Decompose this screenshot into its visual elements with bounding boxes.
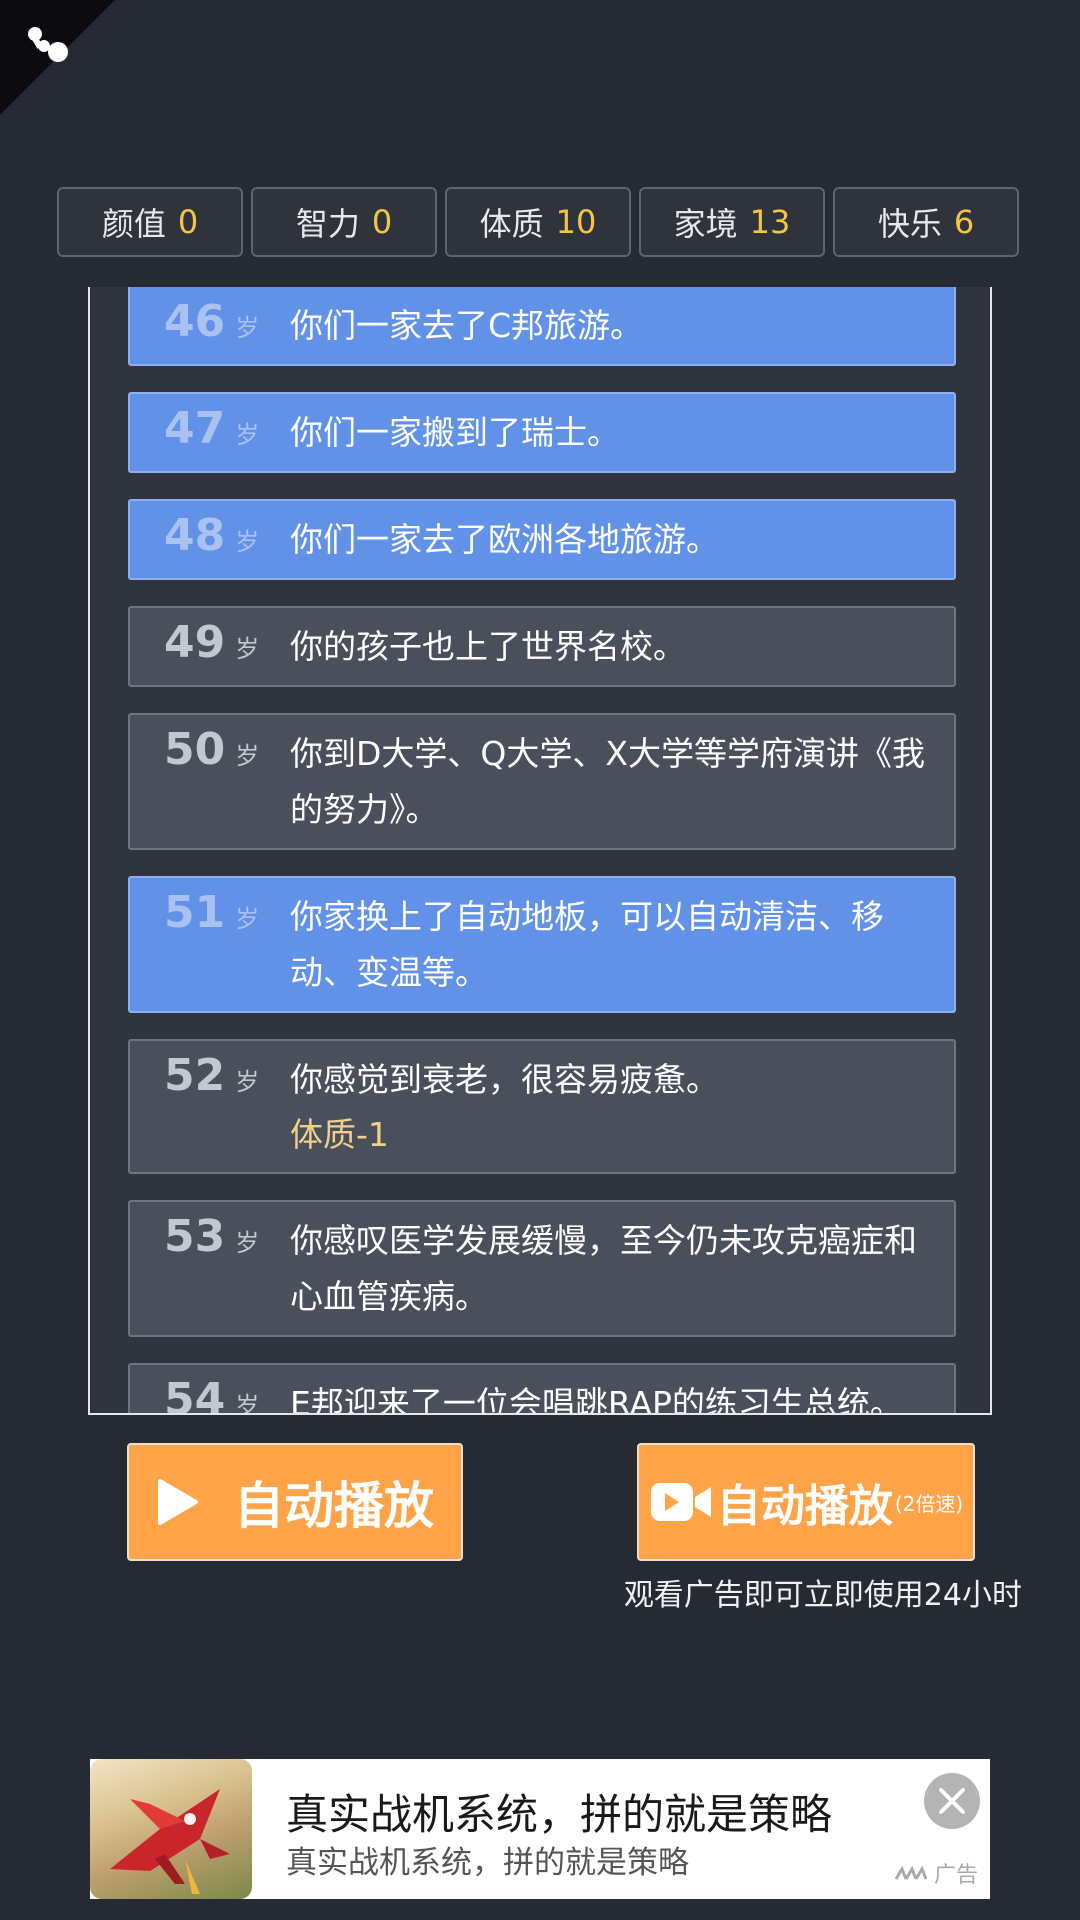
auto-play-fast-label: 自动播放 bbox=[716, 1481, 893, 1532]
stat-happiness: 快乐 6 bbox=[833, 187, 1019, 257]
event-age-unit: 岁 bbox=[235, 635, 260, 663]
event-age-unit: 岁 bbox=[235, 905, 260, 933]
stat-value: 6 bbox=[953, 203, 975, 241]
event-text: 你到D大学、Q大学、X大学等学府演讲《我的努力》。 bbox=[290, 734, 925, 829]
event-age: 46 岁 bbox=[164, 295, 259, 355]
life-log[interactable]: 46 岁你们一家去了C邦旅游。 47 岁你们一家搬到了瑞士。 48 岁你们一家去了欧洲各地… bbox=[88, 287, 992, 1415]
event-age: 49 岁 bbox=[164, 616, 259, 676]
event-age: 53 岁 bbox=[164, 1210, 259, 1270]
life-event-entry: 50 岁 你到D大学、Q大学、X大学等学府演讲《我的努力》。 bbox=[128, 713, 956, 850]
event-age-unit: 岁 bbox=[235, 421, 260, 449]
event-age-number: 48 bbox=[164, 510, 226, 561]
stat-family: 家境 13 bbox=[639, 187, 825, 257]
event-text: E邦迎来了一位会唱跳RAP的练习生总统。 bbox=[290, 1384, 903, 1415]
event-text: 你们一家搬到了瑞士。 bbox=[290, 413, 620, 452]
ad-subtitle[interactable]: 真实战机系统，拼的就是策略 bbox=[286, 1837, 689, 1882]
life-event-entry: 52 岁 你感觉到衰老，很容易疲惫。 体质-1 bbox=[128, 1039, 956, 1174]
ad-network-icon bbox=[894, 1865, 928, 1880]
stat-label: 颜值 bbox=[101, 205, 166, 243]
life-event-entry: 49 岁 你的孩子也上了世界名校。 bbox=[128, 606, 956, 687]
life-event-entry: 54 岁 E邦迎来了一位会唱跳RAP的练习生总统。 bbox=[128, 1363, 956, 1415]
event-text: 你感觉到衰老，很容易疲惫。 bbox=[290, 1060, 719, 1099]
event-text: 你们一家去了欧洲各地旅游。 bbox=[290, 520, 719, 559]
ad-reward-note: 观看广告即可立即使用24小时 bbox=[623, 1578, 1022, 1613]
life-event-entry: 53 岁 你感叹医学发展缓慢，至今仍未攻克癌症和心血管疾病。 bbox=[128, 1200, 956, 1337]
fighter-jet-image bbox=[110, 1789, 230, 1894]
stat-intelligence: 智力 0 bbox=[251, 187, 437, 257]
stats-bar: 颜值 0 智力 0 体质 10 家境 13 快乐 6 bbox=[57, 187, 1019, 257]
stat-value: 0 bbox=[177, 203, 199, 241]
stat-value: 10 bbox=[555, 203, 597, 241]
event-age-unit: 岁 bbox=[235, 742, 260, 770]
event-text: 你家换上了自动地板，可以自动清洁、移动、变温等。 bbox=[290, 897, 884, 992]
ad-label: 广告 bbox=[933, 1863, 978, 1888]
auto-play-label: 自动播放 bbox=[234, 1477, 434, 1535]
event-text: 你感叹医学发展缓慢，至今仍未攻克癌症和心血管疾病。 bbox=[290, 1221, 917, 1316]
video-camera-icon bbox=[650, 1483, 711, 1521]
life-event-entry: 51 岁 你家换上了自动地板，可以自动清洁、移动、变温等。 bbox=[128, 876, 956, 1013]
event-age-unit: 岁 bbox=[235, 1392, 260, 1415]
ad-banner[interactable]: 真实战机系统，拼的就是策略 真实战机系统，拼的就是策略 广告 bbox=[90, 1759, 990, 1899]
life-event-entry: 47 岁 你们一家搬到了瑞士。 bbox=[128, 392, 956, 473]
stat-label: 家境 bbox=[673, 205, 738, 243]
event-age-unit: 岁 bbox=[235, 1068, 260, 1096]
event-text: 你们一家去了C邦旅游。 bbox=[290, 306, 644, 345]
event-age: 51 岁 bbox=[164, 886, 259, 946]
auto-play-fast-button[interactable]: 自动播放 (2倍速) bbox=[637, 1443, 975, 1561]
stat-label: 智力 bbox=[295, 205, 360, 243]
stat-constitution: 体质 10 bbox=[445, 187, 631, 257]
stat-label: 体质 bbox=[479, 205, 544, 243]
event-age-number: 50 bbox=[164, 724, 226, 775]
play-icon bbox=[158, 1479, 198, 1525]
event-age: 47 岁 bbox=[164, 402, 259, 462]
event-age-number: 47 bbox=[164, 403, 226, 454]
speed-note: (2倍速) bbox=[894, 1491, 964, 1516]
life-log-list: 46 岁你们一家去了C邦旅游。 47 岁你们一家搬到了瑞士。 48 岁你们一家去了欧洲各地… bbox=[128, 287, 956, 1415]
event-age: 52 岁 bbox=[164, 1049, 259, 1109]
event-age-unit: 岁 bbox=[235, 528, 260, 556]
stat-label: 快乐 bbox=[877, 205, 942, 243]
event-age: 54 岁 bbox=[164, 1373, 260, 1415]
event-text: 你的孩子也上了世界名校。 bbox=[290, 627, 686, 666]
stat-value: 13 bbox=[749, 203, 791, 241]
life-event-entry: 48 岁 你们一家去了欧洲各地旅游。 bbox=[128, 499, 956, 580]
event-effect: 体质-1 bbox=[290, 1115, 389, 1154]
game-screen: 颜值 0 智力 0 体质 10 家境 13 快乐 6 46 岁 你们一家去了C邦旅游… bbox=[0, 0, 1080, 1920]
event-age: 50 岁 bbox=[164, 723, 259, 783]
event-age-number: 52 bbox=[164, 1050, 226, 1101]
event-age-number: 49 bbox=[164, 617, 226, 668]
ad-title[interactable]: 真实战机系统，拼的就是策略 bbox=[286, 1781, 832, 1842]
ad-close-button[interactable] bbox=[924, 1773, 980, 1829]
stat-value: 0 bbox=[371, 203, 393, 241]
ad-badge: 广告 bbox=[894, 1857, 978, 1889]
event-age-unit: 岁 bbox=[235, 1229, 260, 1257]
ad-thumbnail[interactable] bbox=[90, 1759, 252, 1899]
life-event-entry: 46 岁 你们一家去了C邦旅游。 bbox=[128, 287, 956, 366]
event-age: 48 岁 bbox=[164, 509, 259, 569]
event-age-number: 53 bbox=[164, 1211, 226, 1262]
close-icon bbox=[939, 1788, 965, 1814]
event-age-number: 54 bbox=[164, 1374, 226, 1415]
event-age-number: 46 bbox=[164, 296, 226, 347]
event-age-number: 51 bbox=[164, 887, 226, 938]
auto-play-button[interactable]: 自动播放 bbox=[127, 1443, 463, 1561]
share-icon[interactable] bbox=[22, 22, 72, 72]
event-age-unit: 岁 bbox=[235, 314, 260, 342]
stat-appearance: 颜值 0 bbox=[57, 187, 243, 257]
